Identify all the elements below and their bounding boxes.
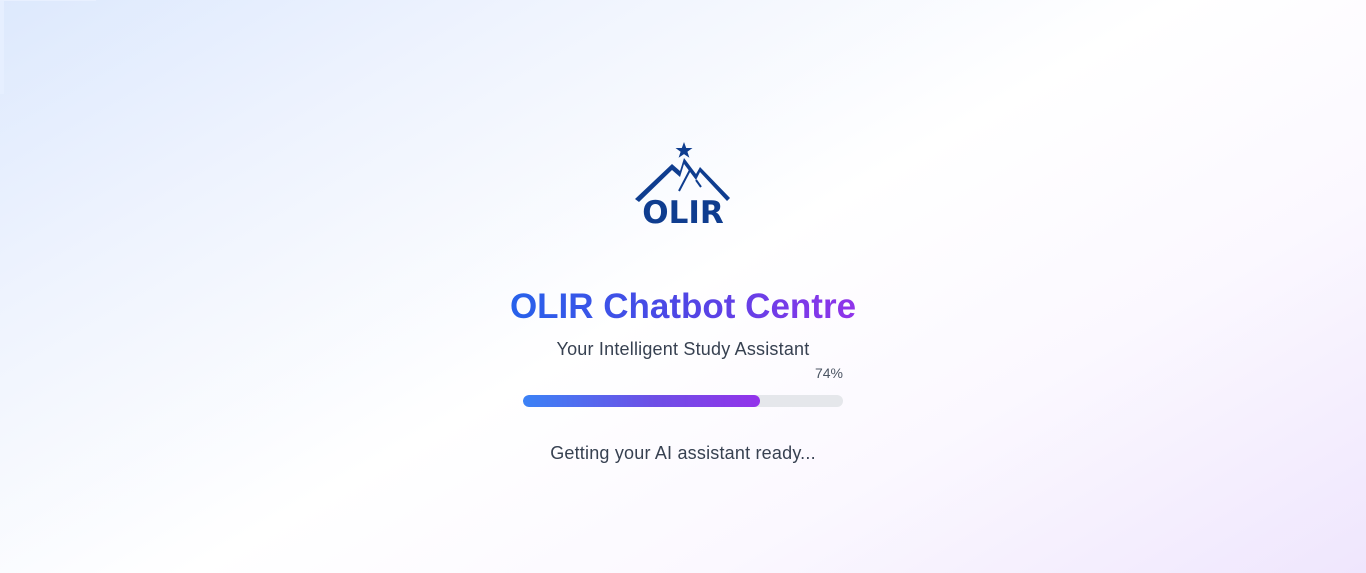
page-title-text: OLIR Chatbot Centre <box>503 284 863 330</box>
logo-wordmark: OLIR <box>642 195 724 230</box>
progress-fill <box>523 395 760 407</box>
loading-status: Getting your AI assistant ready... <box>550 443 816 463</box>
mountain-star-logo-icon: OLIR <box>635 142 730 231</box>
star-icon <box>675 142 693 158</box>
progress-bar <box>523 395 843 407</box>
olir-logo: OLIR <box>628 140 738 231</box>
loading-screen: OLIR OLIR Chatbot Centre Your Intelligen… <box>0 0 1366 573</box>
page-subtitle: Your Intelligent Study Assistant <box>556 339 810 359</box>
progress-percent: 74% <box>814 365 843 381</box>
page-title: OLIR Chatbot Centre <box>503 284 863 330</box>
